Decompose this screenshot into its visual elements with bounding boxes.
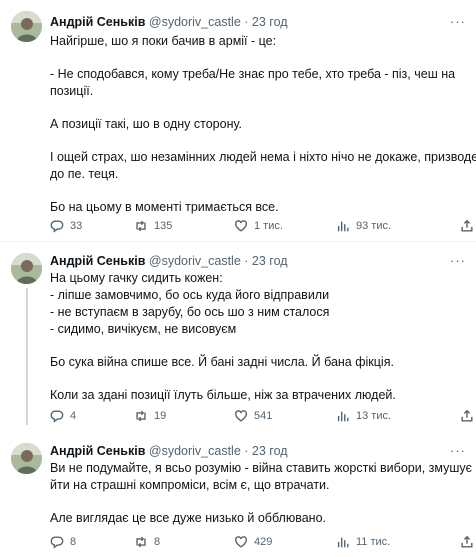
views-chart-icon [337,537,349,548]
post-header: Андрій Сеньків @sydoriv_castle · 23 год [50,14,288,30]
text-line: І ощей страх, шо незамінних людей нема і… [50,150,476,164]
action-bar: 4 19 541 13 тис. [50,407,473,425]
text-line: йти на страшні компроміси, всім є, що вт… [50,478,330,492]
separator-dot: · [244,444,249,458]
views-button[interactable]: 13 тис. [336,407,391,425]
repost-count: 135 [154,220,173,232]
view-count: 93 тис. [356,220,392,232]
repost-button[interactable]: 135 [134,217,172,235]
like-button[interactable]: 1 тис. [234,217,283,235]
views-button[interactable]: 93 тис. [336,217,391,235]
avatar[interactable] [11,253,42,284]
reply-icon [50,410,64,423]
separator-dot: · [244,254,249,268]
repost-button[interactable]: 19 [134,407,166,425]
repost-icon [136,220,146,232]
repost-count: 8 [154,536,161,548]
repost-button[interactable]: 8 [134,533,160,551]
text-line: Але виглядає це все дуже низько й обблюв… [50,511,326,525]
views-chart-icon [337,221,349,232]
like-count: 429 [254,536,273,548]
like-button[interactable]: 541 [234,407,272,425]
post-text: Ви не подумайте, я всьо розумію - війна … [50,460,473,527]
separator-dot: · [244,15,249,29]
text-line: Ви не подумайте, я всьо розумію - війна … [50,461,473,475]
author-name[interactable]: Андрій Сеньків [50,15,145,29]
heart-icon [235,220,247,232]
like-button[interactable]: 429 [234,533,272,551]
avatar[interactable] [11,11,42,42]
author-handle[interactable]: @sydoriv_castle [149,254,241,268]
share-icon [461,409,473,422]
repost-icon [136,536,146,548]
post-2[interactable]: Андрій Сеньків @sydoriv_castle · 23 год … [0,241,476,431]
views-button[interactable]: 11 тис. [336,533,390,551]
text-line: до пе. теця. [50,167,119,181]
text-line: позиції. [50,84,94,98]
post-time[interactable]: 23 год [252,444,288,458]
text-line: - сидимо, вичікуєм, не висовуєм [50,322,237,336]
heart-icon [235,410,247,422]
reply-count: 8 [70,536,77,548]
avatar[interactable] [11,443,42,474]
share-button[interactable] [460,533,474,551]
text-line: - ліпше замовчимо, бо ось куда його відп… [50,288,330,302]
text-line: Коли за здані позиції їлуть більше, ніж … [50,388,396,402]
more-options-icon[interactable]: ··· [448,253,468,269]
post-time[interactable]: 23 год [252,254,288,268]
text-line: Бо на цьому в моменті тримається все. [50,200,279,214]
share-button[interactable] [460,217,474,235]
thread-connector-line [26,288,28,425]
reply-count: 33 [70,220,83,232]
like-count: 541 [254,410,273,422]
reply-icon [50,536,64,549]
more-options-icon[interactable]: ··· [448,14,468,30]
post-3[interactable]: Андрій Сеньків @sydoriv_castle · 23 год … [0,431,476,557]
post-header: Андрій Сеньків @sydoriv_castle · 23 год [50,443,288,459]
more-options-icon[interactable]: ··· [448,443,468,459]
author-name[interactable]: Андрій Сеньків [50,254,145,268]
reply-button[interactable]: 8 [50,533,76,551]
reply-button[interactable]: 33 [50,217,82,235]
text-line: А позиції такі, шо в одну сторону. [50,117,242,131]
post-header: Андрій Сеньків @sydoriv_castle · 23 год [50,253,288,269]
post-time[interactable]: 23 год [252,15,288,29]
share-button[interactable] [460,407,474,425]
text-line: Найгірше, шо я поки бачив в армії - це: [50,34,277,48]
share-icon [461,219,473,232]
repost-count: 19 [154,410,167,422]
post-text: Найгірше, шо я поки бачив в армії - це: … [50,33,476,216]
like-count: 1 тис. [254,220,283,232]
post-text: На цьому гачку сидить кожен: - ліпше зам… [50,270,470,404]
text-line: - не вступаєм в зарубу, бо ось шо з ним … [50,305,330,319]
post-1[interactable]: Андрій Сеньків @sydoriv_castle · 23 год … [0,0,476,241]
action-bar: 8 8 429 11 тис. [50,533,473,551]
author-name[interactable]: Андрій Сеньків [50,444,145,458]
share-icon [461,535,473,548]
view-count: 11 тис. [356,536,391,548]
reply-count: 4 [70,410,77,422]
author-handle[interactable]: @sydoriv_castle [149,444,241,458]
author-handle[interactable]: @sydoriv_castle [149,15,241,29]
reply-button[interactable]: 4 [50,407,76,425]
text-line: - Не сподобався, кому треба/Не знає про … [50,67,456,81]
repost-icon [136,410,146,422]
text-line: Бо сука війна спише все. Й бані задні чи… [50,355,394,369]
action-bar: 33 135 1 тис. 93 тис. [50,217,473,235]
views-chart-icon [337,411,349,422]
heart-icon [235,536,247,548]
view-count: 13 тис. [356,410,392,422]
text-line: На цьому гачку сидить кожен: [50,271,223,285]
reply-icon [50,220,64,233]
